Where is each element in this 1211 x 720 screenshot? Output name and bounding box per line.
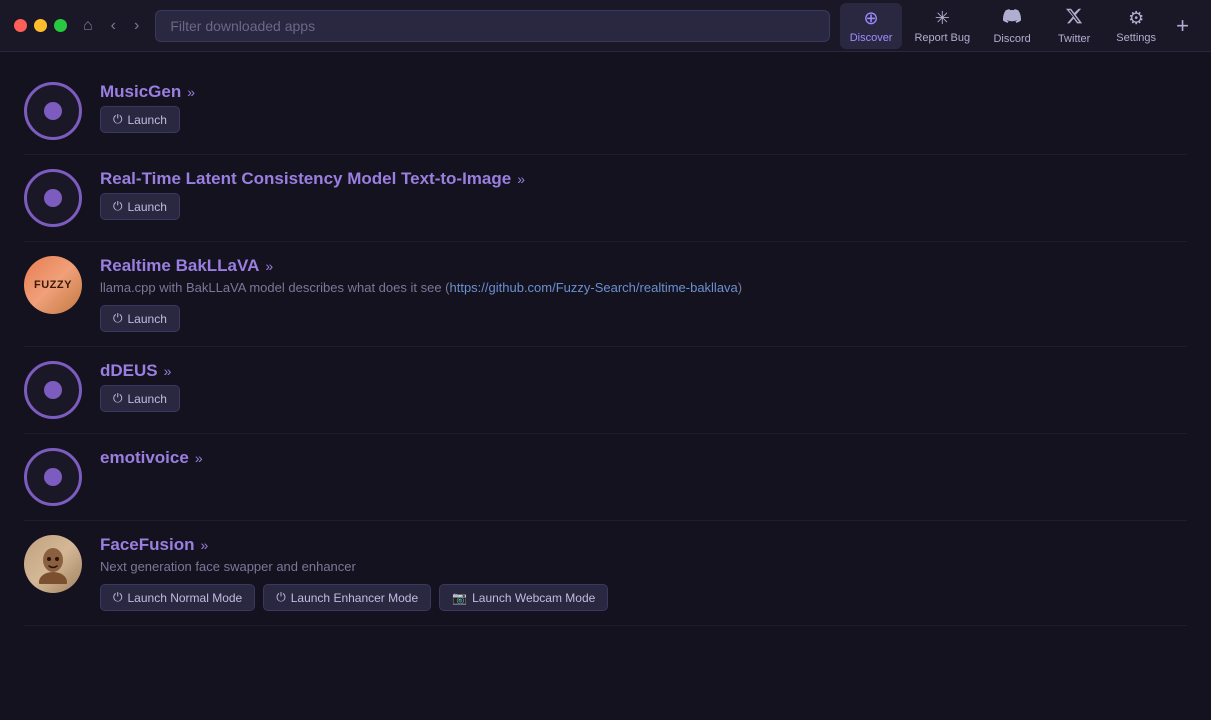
- toolbar-discover-label: Discover: [850, 32, 893, 44]
- app-icon-emotivoice: [24, 448, 82, 506]
- app-arrow-bakllava: »: [265, 258, 273, 274]
- report-bug-icon: ✳: [935, 8, 950, 29]
- app-title-row-ddeus: dDEUS »: [100, 361, 1187, 381]
- app-desc-bakllava: llama.cpp with BakLLaVA model describes …: [100, 280, 1187, 295]
- app-list: MusicGen » ⏻ Launch Real-Time Latent Con…: [0, 52, 1211, 720]
- app-item-lcm: Real-Time Latent Consistency Model Text-…: [24, 155, 1187, 242]
- app-icon-lcm: [24, 169, 82, 227]
- power-icon: ⏻: [113, 199, 123, 214]
- app-info-bakllava: Realtime BakLLaVA » llama.cpp with BakLL…: [100, 256, 1187, 332]
- toolbar-settings-button[interactable]: ⚙ Settings: [1106, 3, 1166, 49]
- launch-facefusion-normal-label: Launch Normal Mode: [128, 591, 243, 605]
- app-info-musicgen: MusicGen » ⏻ Launch: [100, 82, 1187, 133]
- app-info-ddeus: dDEUS » ⏻ Launch: [100, 361, 1187, 412]
- app-title-row-bakllava: Realtime BakLLaVA »: [100, 256, 1187, 276]
- app-info-emotivoice: emotivoice »: [100, 448, 1187, 472]
- app-title-row-lcm: Real-Time Latent Consistency Model Text-…: [100, 169, 1187, 189]
- app-buttons-musicgen: ⏻ Launch: [100, 106, 1187, 133]
- app-desc-facefusion: Next generation face swapper and enhance…: [100, 559, 1187, 574]
- app-icon-facefusion: [24, 535, 82, 593]
- app-buttons-ddeus: ⏻ Launch: [100, 385, 1187, 412]
- app-buttons-lcm: ⏻ Launch: [100, 193, 1187, 220]
- launch-ddeus-button[interactable]: ⏻ Launch: [100, 385, 180, 412]
- toolbar-twitter-label: Twitter: [1058, 33, 1090, 45]
- app-item-bakllava: FUZZY Realtime BakLLaVA » llama.cpp with…: [24, 242, 1187, 347]
- camera-icon: 📷: [452, 591, 467, 605]
- app-name-bakllava[interactable]: Realtime BakLLaVA: [100, 256, 259, 276]
- app-arrow-lcm: »: [517, 171, 525, 187]
- power-icon: ⏻: [113, 311, 123, 326]
- app-arrow-emotivoice: »: [195, 450, 203, 466]
- app-arrow-ddeus: »: [164, 363, 172, 379]
- app-icon-bakllava: FUZZY: [24, 256, 82, 314]
- launch-facefusion-enhancer-label: Launch Enhancer Mode: [291, 591, 418, 605]
- app-name-ddeus[interactable]: dDEUS: [100, 361, 158, 381]
- power-icon-enhancer: ⏻: [276, 590, 286, 605]
- app-buttons-facefusion: ⏻ Launch Normal Mode ⏻ Launch Enhancer M…: [100, 584, 1187, 611]
- minimize-button[interactable]: [34, 19, 47, 32]
- launch-facefusion-enhancer-button[interactable]: ⏻ Launch Enhancer Mode: [263, 584, 431, 611]
- title-bar: ⌂ ‹ › ⊕ Discover ✳ Report Bug Discord: [0, 0, 1211, 52]
- app-info-lcm: Real-Time Latent Consistency Model Text-…: [100, 169, 1187, 220]
- app-item-musicgen: MusicGen » ⏻ Launch: [24, 68, 1187, 155]
- app-icon-ddeus: [24, 361, 82, 419]
- app-title-row-musicgen: MusicGen »: [100, 82, 1187, 102]
- app-item-facefusion: FaceFusion » Next generation face swappe…: [24, 521, 1187, 626]
- app-name-facefusion[interactable]: FaceFusion: [100, 535, 194, 555]
- launch-facefusion-normal-button[interactable]: ⏻ Launch Normal Mode: [100, 584, 255, 611]
- launch-ddeus-label: Launch: [128, 392, 167, 406]
- traffic-lights: [14, 19, 67, 32]
- app-buttons-bakllava: ⏻ Launch: [100, 305, 1187, 332]
- home-button[interactable]: ⌂: [77, 13, 99, 39]
- power-icon: ⏻: [113, 391, 123, 406]
- toolbar-discover-button[interactable]: ⊕ Discover: [840, 3, 903, 49]
- back-button[interactable]: ‹: [105, 13, 122, 39]
- power-icon: ⏻: [113, 112, 123, 127]
- close-button[interactable]: [14, 19, 27, 32]
- launch-bakllava-label: Launch: [128, 312, 167, 326]
- launch-lcm-button[interactable]: ⏻ Launch: [100, 193, 180, 220]
- app-arrow-musicgen: »: [187, 84, 195, 100]
- toolbar-settings-label: Settings: [1116, 32, 1156, 44]
- forward-button[interactable]: ›: [128, 13, 145, 39]
- app-name-emotivoice[interactable]: emotivoice: [100, 448, 189, 468]
- app-title-row-emotivoice: emotivoice »: [100, 448, 1187, 468]
- maximize-button[interactable]: [54, 19, 67, 32]
- launch-bakllava-button[interactable]: ⏻ Launch: [100, 305, 180, 332]
- app-name-musicgen[interactable]: MusicGen: [100, 82, 181, 102]
- launch-musicgen-button[interactable]: ⏻ Launch: [100, 106, 180, 133]
- app-info-facefusion: FaceFusion » Next generation face swappe…: [100, 535, 1187, 611]
- toolbar-report-bug-button[interactable]: ✳ Report Bug: [904, 3, 980, 49]
- toolbar: ⊕ Discover ✳ Report Bug Discord Twitter: [840, 2, 1197, 50]
- launch-musicgen-label: Launch: [128, 113, 167, 127]
- toolbar-twitter-button[interactable]: Twitter: [1044, 2, 1104, 50]
- twitter-icon: [1065, 7, 1083, 30]
- toolbar-discord-button[interactable]: Discord: [982, 2, 1042, 50]
- launch-facefusion-webcam-button[interactable]: 📷 Launch Webcam Mode: [439, 584, 608, 611]
- launch-lcm-label: Launch: [128, 200, 167, 214]
- toolbar-report-bug-label: Report Bug: [914, 32, 970, 44]
- power-icon-normal: ⏻: [113, 590, 123, 605]
- settings-icon: ⚙: [1128, 8, 1144, 29]
- launch-facefusion-webcam-label: Launch Webcam Mode: [472, 591, 595, 605]
- nav-buttons: ⌂ ‹ ›: [77, 13, 145, 39]
- app-title-row-facefusion: FaceFusion »: [100, 535, 1187, 555]
- discover-icon: ⊕: [864, 8, 879, 29]
- discord-icon: [1003, 7, 1021, 30]
- search-input[interactable]: [155, 10, 829, 42]
- app-item-emotivoice: emotivoice »: [24, 434, 1187, 521]
- app-icon-musicgen: [24, 82, 82, 140]
- app-arrow-facefusion: »: [200, 537, 208, 553]
- toolbar-discord-label: Discord: [993, 33, 1030, 45]
- app-name-lcm[interactable]: Real-Time Latent Consistency Model Text-…: [100, 169, 511, 189]
- add-button[interactable]: +: [1168, 8, 1197, 44]
- app-item-ddeus: dDEUS » ⏻ Launch: [24, 347, 1187, 434]
